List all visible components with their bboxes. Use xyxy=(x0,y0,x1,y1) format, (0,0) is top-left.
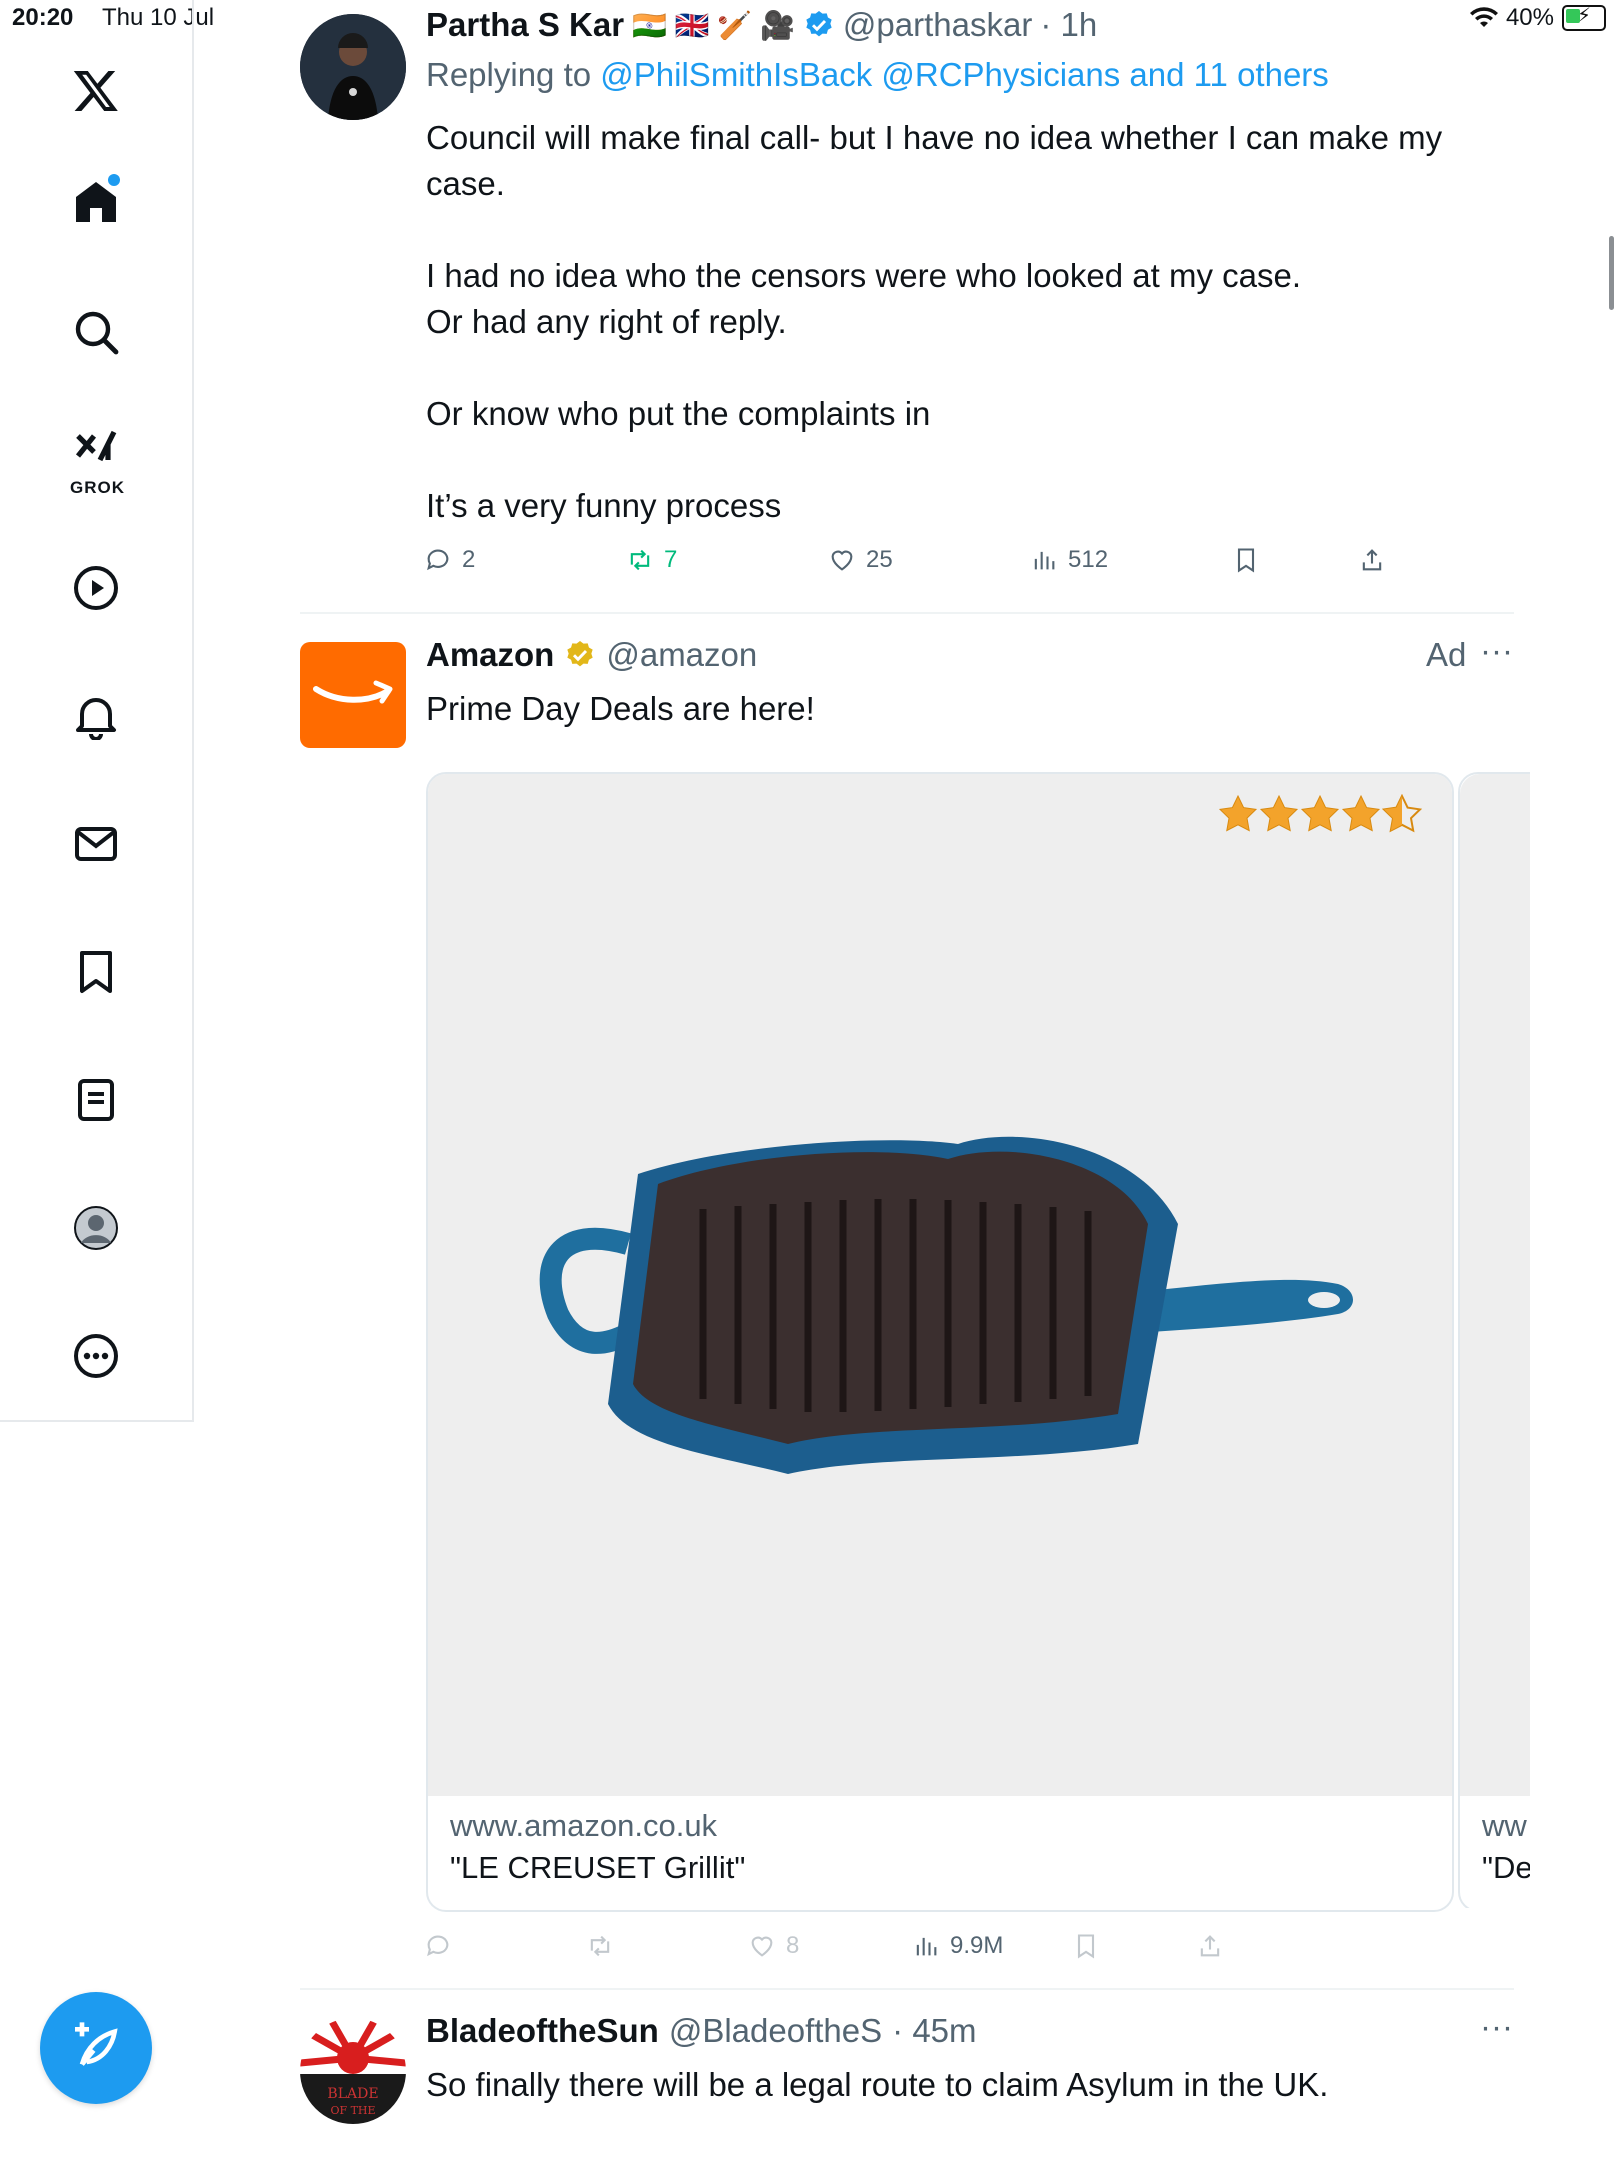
more-options-icon[interactable]: ··· xyxy=(1480,2008,1513,2046)
like-button[interactable]: 8 xyxy=(748,1932,799,1960)
reply-button[interactable]: 2 xyxy=(424,546,475,574)
tweet1-text: Council will make final call- but I have… xyxy=(426,115,1536,529)
tweet-text-line: Council will make final call- but I have… xyxy=(426,119,1443,156)
repost-button[interactable]: 7 xyxy=(626,546,677,574)
author-handle[interactable]: @amazon xyxy=(606,636,757,674)
author-handle[interactable]: @parthaskar xyxy=(843,6,1032,44)
bookmarks-icon[interactable] xyxy=(56,932,136,1012)
compose-button[interactable] xyxy=(40,1992,152,2104)
bookmark-button[interactable] xyxy=(1072,1932,1100,1960)
repost-icon xyxy=(590,1935,610,1957)
more-icon[interactable] xyxy=(56,1316,136,1396)
replying-to: Replying to @PhilSmithIsBack @RCPhysicia… xyxy=(426,56,1329,94)
share-icon xyxy=(1362,549,1382,571)
tweet-text-line: Or had any right of reply. xyxy=(426,303,787,340)
compose-icon xyxy=(75,2022,118,2066)
tweet-text-line: Or know who put the complaints in xyxy=(426,395,931,432)
like-count: 25 xyxy=(866,546,893,573)
product-image xyxy=(428,774,1452,1796)
rating-stars-icon xyxy=(1218,794,1423,833)
amazon-smile-icon xyxy=(313,680,393,704)
heart-icon xyxy=(831,550,853,571)
tweet2-header: Amazon @amazon xyxy=(426,636,757,674)
sidebar: GROK xyxy=(0,0,194,1422)
avatar-text: BLADE xyxy=(327,2086,378,2102)
x-logo-icon[interactable] xyxy=(56,50,136,130)
author-name[interactable]: Partha S Kar xyxy=(426,6,624,44)
avatar-text: OF THE xyxy=(330,2104,375,2117)
bookmark-button[interactable] xyxy=(1232,546,1260,574)
search-icon[interactable] xyxy=(56,292,136,372)
more-options-icon[interactable]: ··· xyxy=(1480,632,1513,670)
like-button[interactable]: 25 xyxy=(828,546,893,574)
ad-label: Ad xyxy=(1426,636,1467,673)
author-name[interactable]: Amazon xyxy=(426,636,554,674)
tweet2-text: Prime Day Deals are here! xyxy=(426,690,815,727)
reply-button[interactable] xyxy=(424,1932,452,1960)
view-count: 9.9M xyxy=(950,1932,1004,1959)
product-card-next[interactable]: ww "De xyxy=(1458,772,1530,1908)
tweet-time: · 45m xyxy=(892,2012,977,2049)
divider xyxy=(300,1988,1514,1990)
share-button[interactable] xyxy=(1196,1932,1224,1960)
reply-count: 2 xyxy=(462,546,476,573)
product-card[interactable]: www.amazon.co.uk "LE CREUSET Grillit" xyxy=(426,772,1454,1912)
partha-avatar[interactable] xyxy=(300,14,406,120)
divider xyxy=(300,612,1514,614)
reply-icon xyxy=(427,1935,449,1957)
grill-pan-image xyxy=(539,1136,1353,1474)
card-domain: www.amazon.co.uk xyxy=(450,1808,718,1843)
bladeofthesun-avatar[interactable]: BLADE OF THE xyxy=(300,2018,406,2124)
status-indicators: 40% ⚡ xyxy=(1469,4,1606,32)
share-icon xyxy=(1200,1935,1220,1957)
repost-count: 7 xyxy=(664,546,678,573)
verified-badge-icon xyxy=(806,11,832,37)
tweet-time: · 1h xyxy=(1040,6,1098,43)
grok-icon[interactable] xyxy=(56,420,136,476)
views-icon xyxy=(1034,551,1055,570)
lists-icon[interactable] xyxy=(56,1060,136,1140)
grok-label: GROK xyxy=(70,478,125,497)
wifi-icon xyxy=(1469,7,1498,27)
views-button[interactable]: 9.9M xyxy=(912,1932,1003,1960)
scrollbar[interactable] xyxy=(1609,236,1614,310)
repost-icon xyxy=(630,549,650,571)
views-icon xyxy=(916,1937,937,1956)
video-icon[interactable] xyxy=(56,548,136,628)
profile-emojis: 🇮🇳 🇬🇧 🏏 🎥 xyxy=(632,9,795,41)
product-image xyxy=(1460,774,1530,1796)
replying-to-users[interactable]: @PhilSmithIsBack @RCPhysicians and 11 ot… xyxy=(600,56,1329,93)
reply-icon xyxy=(427,549,449,571)
card-domain: ww xyxy=(1482,1808,1527,1843)
amazon-avatar[interactable] xyxy=(300,642,406,748)
bookmark-icon xyxy=(1077,1934,1095,1959)
share-button[interactable] xyxy=(1358,546,1386,574)
heart-icon xyxy=(751,1936,773,1957)
view-count: 512 xyxy=(1068,546,1109,573)
repost-button[interactable] xyxy=(586,1932,614,1960)
tweet3-header: BladeoftheSun @BladeoftheS · 45m xyxy=(426,2012,977,2050)
tweet1-header: Partha S Kar 🇮🇳 🇬🇧 🏏 🎥 @parthaskar · 1h xyxy=(426,6,1097,44)
tweet-text-line: case. xyxy=(426,165,505,202)
author-handle[interactable]: @BladeoftheS xyxy=(669,2012,882,2050)
profile-icon[interactable] xyxy=(56,1188,136,1268)
replying-prefix: Replying to xyxy=(426,56,592,93)
messages-icon[interactable] xyxy=(56,804,136,884)
tweet-text-line: I had no idea who the censors were who l… xyxy=(426,257,1301,294)
home-notification-dot xyxy=(108,174,120,186)
tweet-text-line: It’s a very funny process xyxy=(426,487,782,524)
card-title: "LE CREUSET Grillit" xyxy=(450,1850,746,1885)
views-button[interactable]: 512 xyxy=(1030,546,1108,574)
gold-verified-badge-icon xyxy=(567,641,594,667)
like-count: 8 xyxy=(786,1932,800,1959)
battery-icon: ⚡ xyxy=(1562,5,1606,31)
home-icon[interactable] xyxy=(56,162,136,242)
bookmark-icon xyxy=(1237,548,1255,573)
notifications-icon[interactable] xyxy=(56,676,136,756)
tweet3-text: So finally there will be a legal route t… xyxy=(426,2066,1329,2103)
battery-percent: 40% xyxy=(1505,4,1554,31)
card-title: "De xyxy=(1482,1850,1530,1885)
author-name[interactable]: BladeoftheSun xyxy=(426,2012,659,2050)
